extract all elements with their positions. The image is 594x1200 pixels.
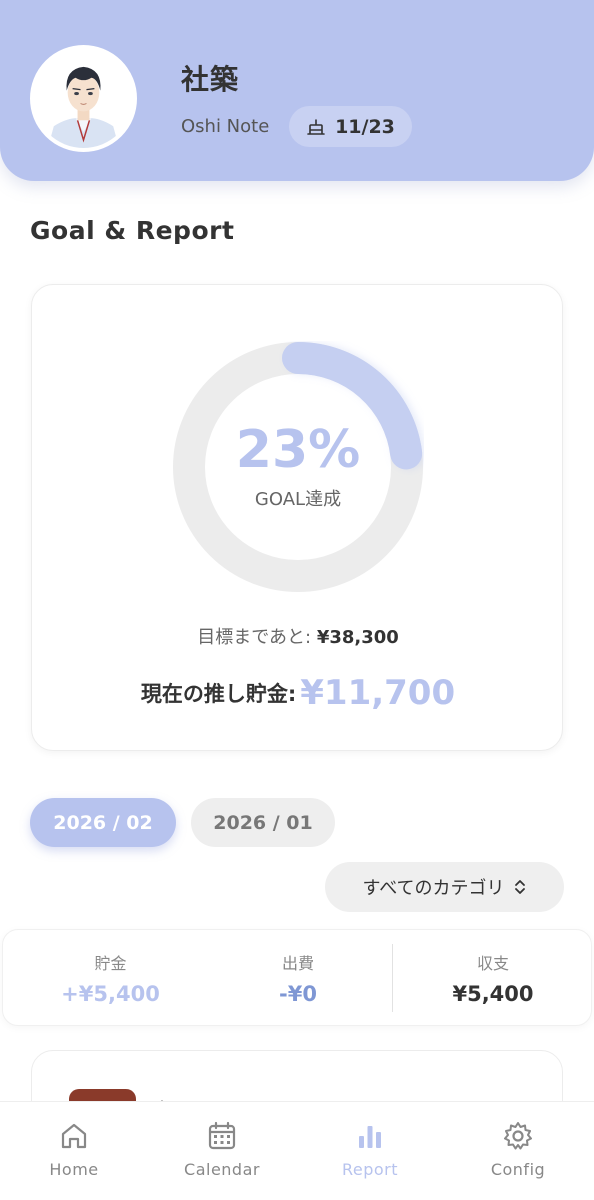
remaining-amount: 目標まであと: ¥38,300 [32, 623, 564, 649]
nav-report[interactable]: Report [296, 1102, 444, 1200]
chevron-up-down-icon [514, 880, 525, 894]
expense-summary: 出費 -¥0 [203, 930, 393, 1027]
expense-value: -¥0 [279, 982, 317, 1006]
nav-config[interactable]: Config [444, 1102, 592, 1200]
remaining-value: ¥38,300 [316, 627, 399, 648]
birthday-chip: 11/23 [289, 106, 412, 147]
calendar-icon [208, 1121, 236, 1150]
nav-report-label: Report [341, 1160, 399, 1179]
section-title: Goal & Report [30, 216, 235, 245]
balance-value: ¥5,400 [452, 982, 534, 1006]
remaining-label: 目標まであと: [197, 627, 317, 648]
nav-home[interactable]: Home [0, 1102, 148, 1200]
nav-calendar-label: Calendar [184, 1160, 260, 1179]
cake-icon [307, 118, 325, 135]
category-select[interactable]: すべてのカテゴリ [325, 862, 564, 912]
balance-label: 収支 [476, 954, 509, 973]
current-savings-value: ¥11,700 [300, 673, 456, 713]
category-select-value: すべてのカテゴリ [362, 878, 505, 899]
home-icon [61, 1123, 87, 1149]
oshi-avatar[interactable] [30, 45, 137, 152]
goal-percent: 23% [235, 420, 361, 480]
nav-calendar[interactable]: Calendar [148, 1102, 296, 1200]
oshi-name: 社築 [181, 63, 240, 96]
balance-summary: 収支 ¥5,400 [393, 930, 593, 1027]
bottom-navigation: Home Calendar Report Config [0, 1101, 594, 1200]
birthday-date: 11/23 [335, 115, 395, 138]
monthly-summary: 貯金 +¥5,400 出費 -¥0 収支 ¥5,400 [2, 929, 592, 1026]
current-savings-label: 現在の推し貯金: [140, 682, 297, 706]
profile-header: 社築 Oshi Note 11/23 [0, 0, 594, 181]
savings-summary: 貯金 +¥5,400 [3, 930, 218, 1027]
current-savings: 現在の推し貯金: ¥11,700 [32, 673, 564, 713]
expense-label: 出費 [281, 954, 314, 973]
nav-config-label: Config [490, 1160, 546, 1179]
savings-label: 貯金 [94, 954, 127, 973]
nav-home-label: Home [49, 1160, 99, 1179]
avatar-illustration [34, 49, 133, 148]
bar-chart-icon [359, 1126, 381, 1148]
goal-card: 23% GOAL達成 目標まであと: ¥38,300 現在の推し貯金: ¥11,7… [31, 284, 563, 751]
tab-month-2026-01[interactable]: 2026 / 01 [191, 798, 335, 847]
goal-label: GOAL達成 [254, 489, 342, 510]
gear-icon [504, 1122, 532, 1150]
app-label: Oshi Note [181, 116, 270, 137]
savings-value: +¥5,400 [61, 982, 160, 1006]
tab-month-2026-02[interactable]: 2026 / 02 [30, 798, 176, 847]
